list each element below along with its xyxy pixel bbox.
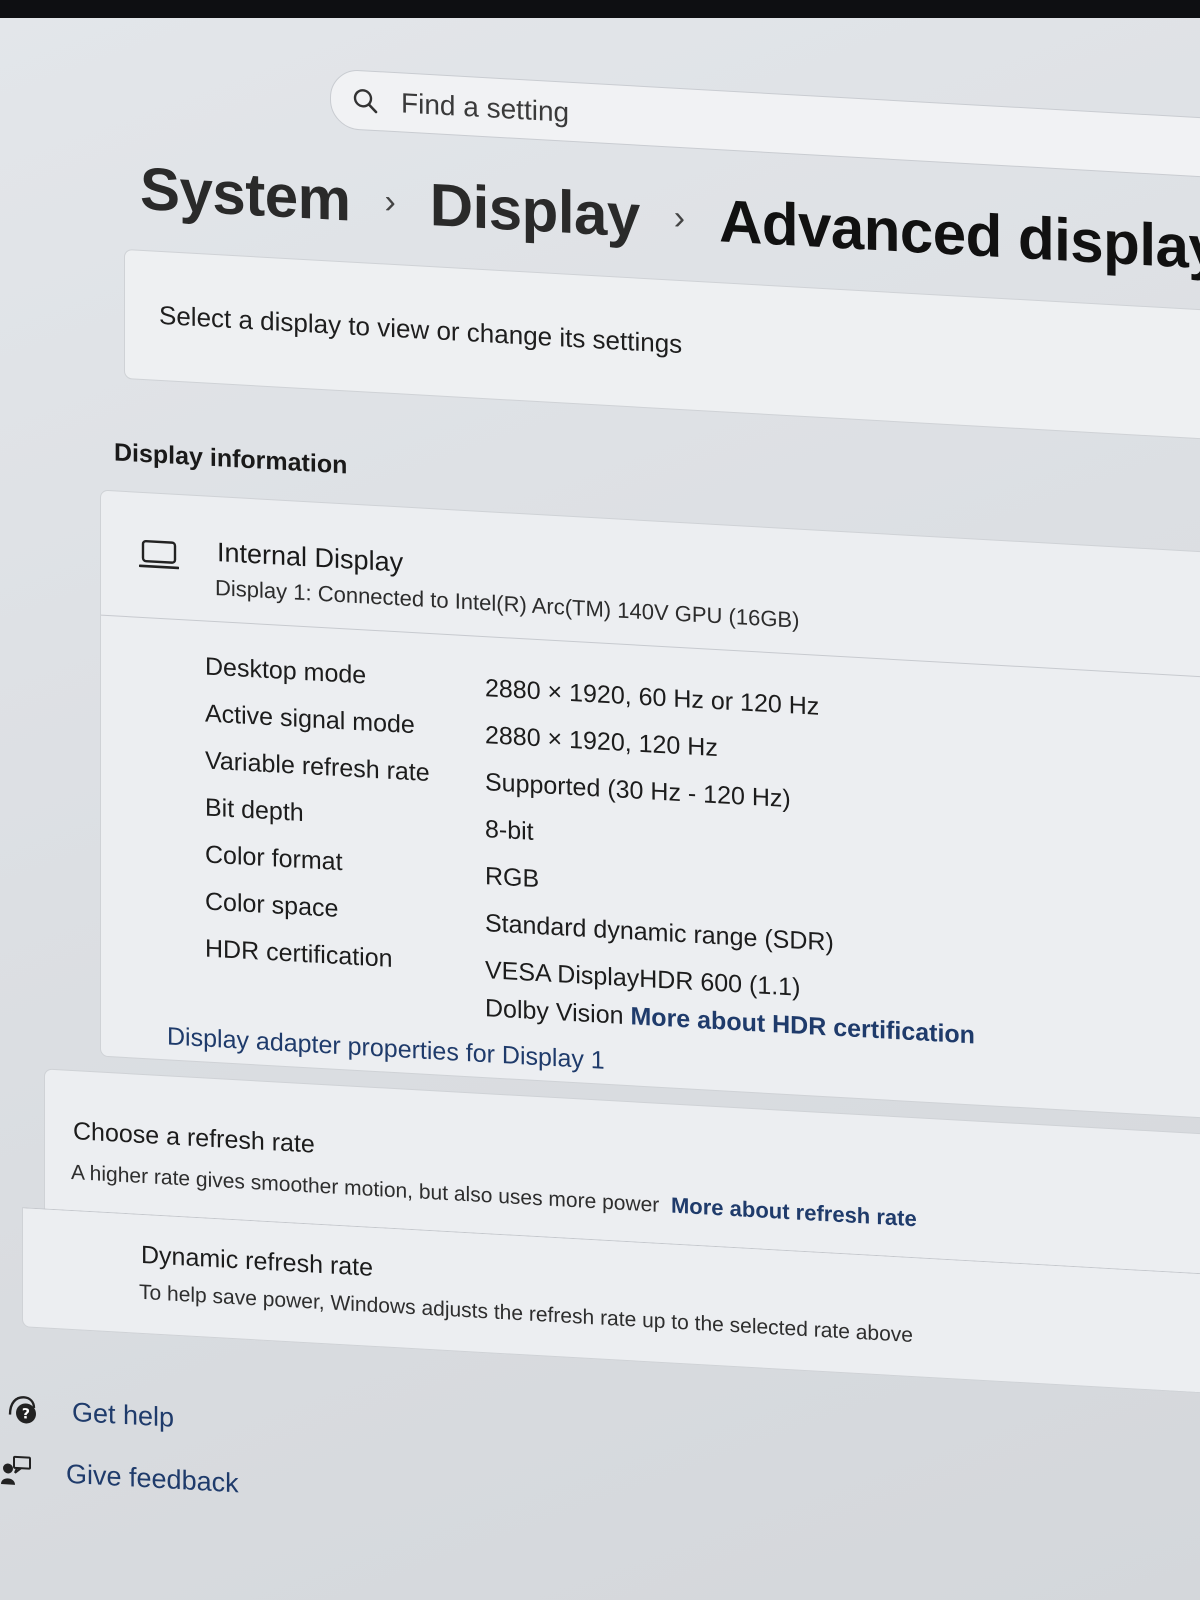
property-value: 2880 × 1920, 120 Hz [485, 721, 718, 763]
settings-content: Find a setting System › Display › Advanc… [0, 0, 1200, 1600]
breadcrumb-display[interactable]: Display [430, 170, 640, 251]
search-input-placeholder[interactable]: Find a setting [401, 87, 569, 128]
display-name: Internal Display [217, 537, 404, 578]
feedback-icon [1, 1455, 31, 1485]
property-value: 8-bit [485, 815, 534, 846]
settings-window: Find a setting System › Display › Advanc… [0, 0, 1200, 1600]
give-feedback-label: Give feedback [66, 1458, 239, 1498]
laptop-icon [139, 539, 179, 570]
select-display-label: Select a display to view or change its s… [159, 299, 683, 360]
property-value: Standard dynamic range (SDR) [485, 909, 834, 957]
property-value: VESA DisplayHDR 600 (1.1) [485, 956, 801, 1002]
property-label: Desktop mode [205, 652, 367, 690]
get-help-link[interactable]: ? Get help [6, 1392, 174, 1433]
property-label: Color format [205, 840, 343, 877]
chevron-right-icon: › [673, 198, 686, 237]
chevron-right-icon: › [384, 181, 396, 221]
property-label: Active signal mode [205, 699, 415, 740]
dynamic-refresh-title: Dynamic refresh rate [141, 1240, 374, 1282]
search-icon [353, 89, 378, 114]
page-title: Advanced display [719, 186, 1200, 282]
dynamic-refresh-description: To help save power, Windows adjusts the … [139, 1280, 913, 1348]
property-value-line2: Dolby Vision More about HDR certificatio… [485, 994, 975, 1050]
property-value: Supported (30 Hz - 120 Hz) [485, 768, 791, 814]
display-connection: Display 1: Connected to Intel(R) Arc(TM)… [215, 575, 800, 633]
screen-bezel [0, 0, 1200, 18]
property-label: Variable refresh rate [205, 746, 430, 788]
section-heading-display-information: Display information [114, 438, 348, 480]
more-about-refresh-rate-link[interactable]: More about refresh rate [671, 1193, 917, 1232]
property-label: Color space [205, 887, 339, 923]
refresh-rate-description-text: A higher rate gives smoother motion, but… [71, 1160, 660, 1217]
get-help-label: Get help [72, 1396, 175, 1433]
property-label: Bit depth [205, 793, 304, 827]
help-icon: ? [8, 1396, 36, 1424]
property-label: HDR certification [205, 934, 393, 973]
breadcrumb-system[interactable]: System [140, 153, 350, 234]
display-information-card: Internal Display Display 1: Connected to… [100, 489, 1200, 1120]
refresh-rate-title: Choose a refresh rate [73, 1117, 315, 1159]
svg-text:?: ? [22, 1406, 30, 1422]
give-feedback-link[interactable]: Give feedback [0, 1454, 239, 1499]
property-value: 2880 × 1920, 60 Hz or 120 Hz [485, 674, 820, 721]
more-about-hdr-link[interactable]: More about HDR certification [630, 1002, 974, 1049]
hdr-dolby-vision: Dolby Vision [485, 994, 624, 1030]
search-box[interactable]: Find a setting [330, 68, 1200, 179]
property-value: RGB [485, 862, 540, 894]
display-adapter-properties-link[interactable]: Display adapter properties for Display 1 [167, 1022, 605, 1075]
